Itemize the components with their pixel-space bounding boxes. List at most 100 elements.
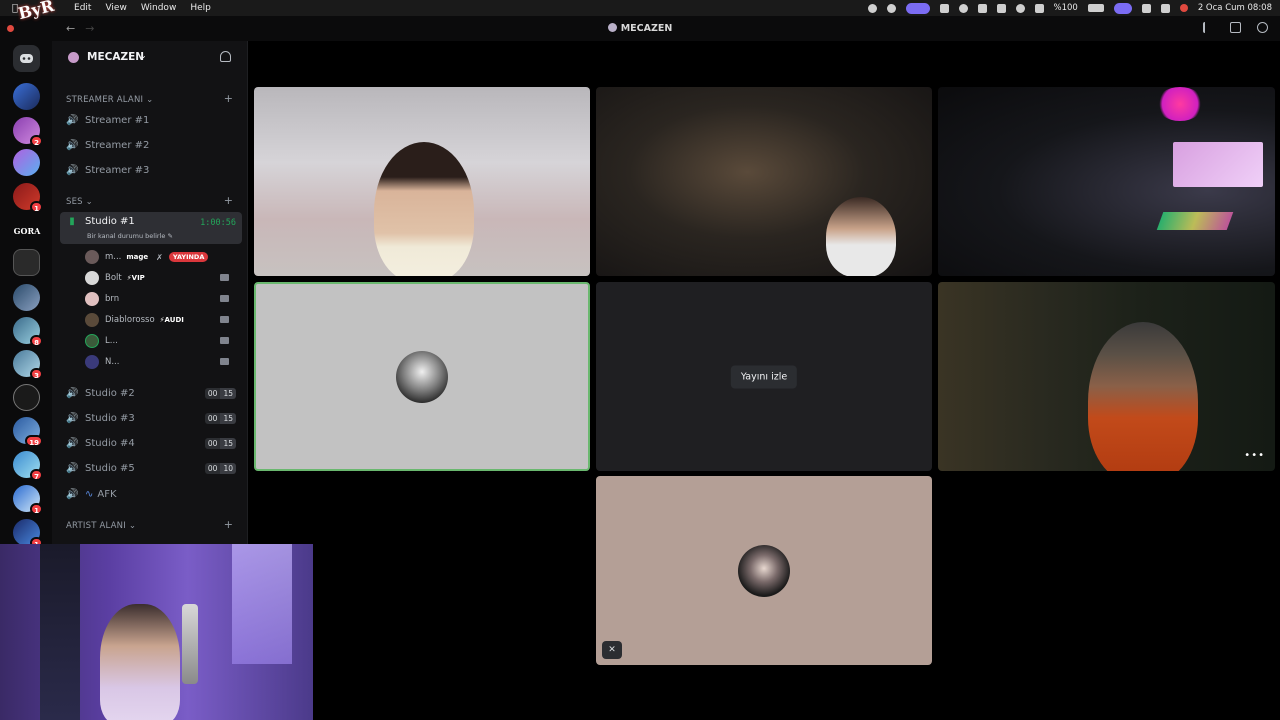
- video-tile[interactable]: [254, 87, 590, 276]
- speaker-icon: 🔊: [66, 413, 79, 424]
- channel-studio-3[interactable]: 🔊 Studio #3 00 15: [66, 408, 242, 429]
- menubar-datetime[interactable]: 2 Oca Cum 08:08: [1198, 3, 1272, 13]
- server-icon-8[interactable]: 3: [13, 350, 43, 380]
- chevron-down-icon[interactable]: ⌄: [140, 51, 147, 60]
- video-tile[interactable]: [938, 87, 1275, 276]
- avatar: [85, 334, 99, 348]
- help-icon[interactable]: [1257, 22, 1268, 33]
- category-streamer[interactable]: STREAMER ALANI ⌄: [66, 95, 153, 105]
- discord-home-icon[interactable]: [13, 45, 40, 72]
- server-icon-3[interactable]: [13, 149, 40, 176]
- inbox-icon[interactable]: [1230, 22, 1241, 33]
- add-member-icon[interactable]: [220, 51, 231, 62]
- member-tag: mage: [126, 253, 149, 261]
- user-count: 00: [204, 413, 221, 424]
- streamer-webcam-overlay: [0, 544, 313, 720]
- status-icon[interactable]: [867, 3, 877, 13]
- participant-video: [374, 142, 474, 276]
- participant-avatar: [738, 544, 790, 597]
- server-icon-mecazen[interactable]: [13, 249, 40, 276]
- menu-edit[interactable]: Edit: [74, 3, 91, 13]
- server-header[interactable]: MECAZEN ⌄: [52, 41, 248, 73]
- voice-stage: Yayını izle ••• ✕: [249, 41, 1280, 720]
- channel-streamer-3[interactable]: 🔊 Streamer #3: [66, 160, 242, 181]
- channel-studio-1-active[interactable]: ▮ Studio #1 1:00:56 Bir kanal durumu bel…: [60, 212, 242, 244]
- play-icon[interactable]: [958, 3, 968, 13]
- user-max: 15: [220, 413, 236, 424]
- add-channel-icon[interactable]: +: [224, 518, 233, 531]
- video-tile[interactable]: [596, 87, 932, 276]
- camera-icon: [220, 337, 229, 344]
- keyboard-icon[interactable]: [996, 3, 1006, 13]
- user-max: 15: [220, 438, 236, 449]
- server-icon-12[interactable]: 1: [13, 485, 43, 515]
- unread-badge: 1: [30, 503, 43, 515]
- screen-record-icon[interactable]: [886, 3, 896, 13]
- server-name[interactable]: MECAZEN: [87, 51, 144, 63]
- server-icon-2[interactable]: 2: [13, 117, 43, 147]
- title-actions: [1203, 22, 1268, 33]
- deafened-icon: ✕: [602, 641, 622, 659]
- search-icon[interactable]: [1015, 3, 1025, 13]
- channel-afk[interactable]: 🔊 ∿ AFK: [66, 484, 242, 505]
- add-channel-icon[interactable]: +: [224, 194, 233, 207]
- control-icon[interactable]: [1034, 3, 1044, 13]
- category-ses[interactable]: SES ⌄: [66, 197, 93, 207]
- server-icon-7[interactable]: 8: [13, 317, 43, 347]
- channel-status[interactable]: Bir kanal durumu belirle ✎: [87, 232, 173, 240]
- channel-streamer-1[interactable]: 🔊 Streamer #1: [66, 110, 242, 131]
- channel-label: Studio #1: [85, 216, 135, 227]
- screen-mirror-icon[interactable]: [1113, 2, 1132, 14]
- server-icon-gora[interactable]: GORA: [8, 226, 46, 236]
- stream-tile[interactable]: Yayını izle: [596, 282, 932, 471]
- video-tile[interactable]: •••: [938, 282, 1275, 471]
- member-row[interactable]: Bolt ⚡VIP: [85, 268, 235, 288]
- server-icon-11[interactable]: 7: [13, 451, 43, 481]
- active-app-icon[interactable]: [905, 2, 930, 14]
- member-name: Diablorosso: [105, 315, 155, 325]
- camera-icon: [220, 295, 229, 302]
- member-row[interactable]: Diablorosso ⚡AUDI: [85, 310, 235, 330]
- member-row[interactable]: brn: [85, 289, 235, 309]
- category-artist[interactable]: ARTIST ALANI ⌄: [66, 521, 136, 531]
- add-channel-icon[interactable]: +: [224, 92, 233, 105]
- video-tile[interactable]: ✕: [596, 476, 932, 665]
- channel-streamer-2[interactable]: 🔊 Streamer #2: [66, 135, 242, 156]
- recording-dot-icon[interactable]: [1179, 4, 1188, 12]
- video-tile-speaking[interactable]: [254, 282, 590, 471]
- user-limit: 00 10: [204, 463, 236, 474]
- muted-icon: ✗: [156, 252, 163, 262]
- star-icon[interactable]: [977, 3, 987, 13]
- control-center-icon[interactable]: [1160, 3, 1170, 13]
- channel-studio-2[interactable]: 🔊 Studio #2 00 15: [66, 383, 242, 404]
- channel-studio-5[interactable]: 🔊 Studio #5 00 10: [66, 458, 242, 479]
- channel-studio-4[interactable]: 🔊 Studio #4 00 15: [66, 433, 242, 454]
- member-row[interactable]: m... mage ✗ YAYINDA: [85, 247, 235, 267]
- rgb-lamp: [1156, 87, 1204, 121]
- member-row[interactable]: L...: [85, 331, 235, 351]
- unread-badge: 8: [30, 335, 43, 347]
- server-icon-13[interactable]: 1: [13, 519, 43, 549]
- grid-icon[interactable]: [939, 3, 949, 13]
- channel-label: Studio #3: [85, 413, 135, 424]
- user-limit: 00 15: [204, 438, 236, 449]
- user-limit: 00 15: [204, 388, 236, 399]
- avatar: [85, 292, 99, 306]
- watch-stream-button[interactable]: Yayını izle: [730, 365, 798, 388]
- menu-window[interactable]: Window: [141, 3, 177, 13]
- menu-help[interactable]: Help: [190, 3, 211, 13]
- channel-status-text: Bir kanal durumu belirle: [87, 232, 166, 240]
- avatar: [85, 271, 99, 285]
- background-equipment: [40, 544, 80, 720]
- unread-badge: 3: [30, 368, 43, 380]
- server-icon-10[interactable]: 19: [13, 417, 43, 447]
- server-icon-1[interactable]: [13, 83, 40, 110]
- more-options-icon[interactable]: •••: [1244, 450, 1265, 461]
- member-row[interactable]: N...: [85, 352, 235, 372]
- server-icon-6[interactable]: [13, 284, 40, 311]
- server-icon-9[interactable]: [13, 384, 40, 411]
- server-icon-4[interactable]: 1: [13, 183, 43, 213]
- flag-icon[interactable]: [1203, 22, 1214, 33]
- cloud-icon[interactable]: [1141, 3, 1151, 13]
- menu-view[interactable]: View: [105, 3, 126, 13]
